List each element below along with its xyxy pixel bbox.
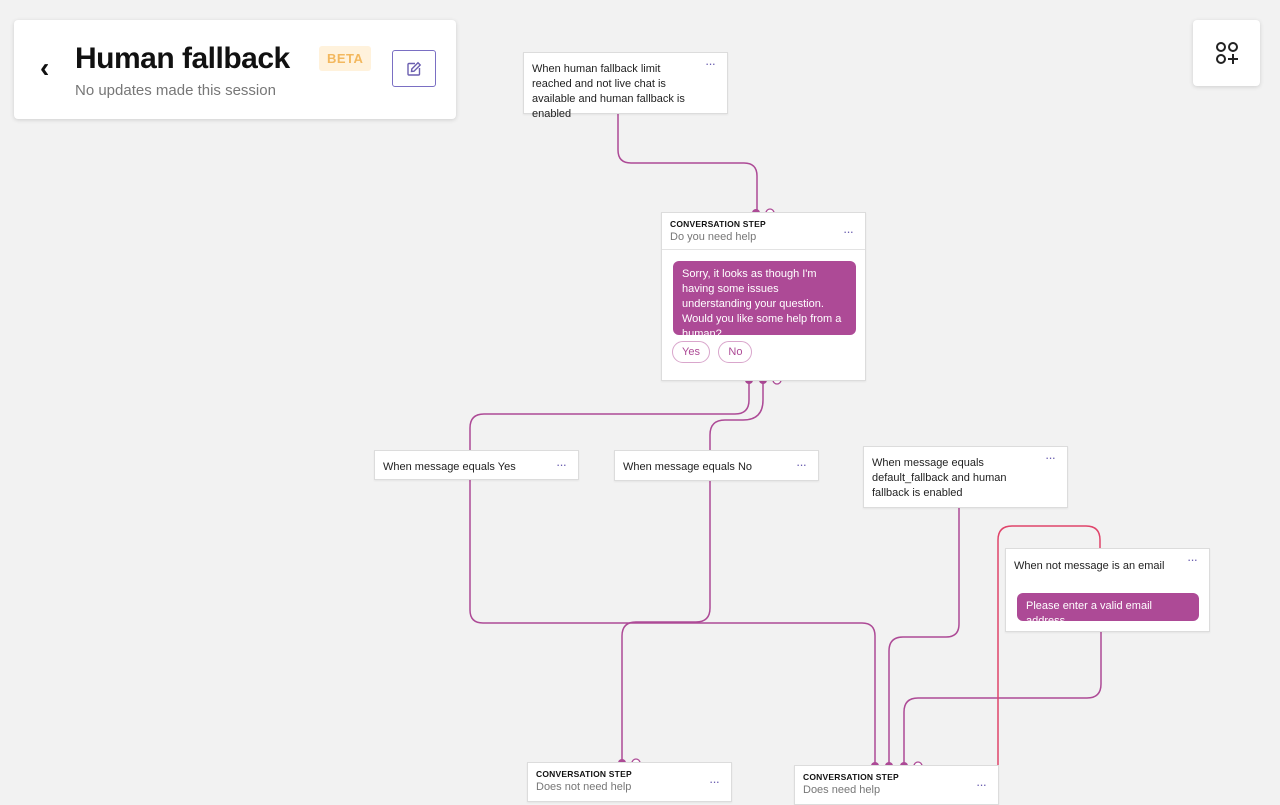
more-options-icon[interactable]: ··· xyxy=(1187,553,1198,566)
quick-reply-no[interactable]: No xyxy=(718,341,753,363)
condition-equals-no[interactable]: When message equals No ··· xyxy=(614,450,819,481)
add-node-icon xyxy=(1215,42,1238,64)
condition-text: When message equals default_fallback and… xyxy=(872,457,1007,499)
flow-header-panel: ‹ Human fallback BETA No updates made th… xyxy=(14,20,456,119)
step-name: Does need help xyxy=(803,784,881,796)
step-does-not-need-help[interactable]: CONVERSATION STEP Does not need help ··· xyxy=(527,762,732,802)
step-does-need-help[interactable]: CONVERSATION STEP Does need help ··· xyxy=(794,765,999,805)
step-kicker: CONVERSATION STEP xyxy=(670,219,766,229)
step-name: Does not need help xyxy=(536,781,632,793)
quick-reply-yes[interactable]: Yes xyxy=(672,341,710,363)
step-kicker: CONVERSATION STEP xyxy=(536,769,632,779)
step-header: CONVERSATION STEP Do you need help ··· xyxy=(662,213,865,250)
condition-not-email[interactable]: When not message is an email ··· Please … xyxy=(1005,548,1210,632)
wire-help-to-yes xyxy=(469,380,750,450)
condition-equals-yes[interactable]: When message equals Yes ··· xyxy=(374,450,579,480)
condition-default-fallback[interactable]: When message equals default_fallback and… xyxy=(863,446,1068,508)
session-status: No updates made this session xyxy=(75,82,276,99)
step-kicker: CONVERSATION STEP xyxy=(803,772,899,782)
step-do-you-need-help[interactable]: CONVERSATION STEP Do you need help ··· S… xyxy=(661,212,866,381)
more-options-icon[interactable]: ··· xyxy=(1045,451,1056,464)
quick-replies: Yes No xyxy=(672,341,865,363)
more-options-icon[interactable]: ··· xyxy=(796,458,807,471)
edit-button[interactable] xyxy=(392,50,436,87)
step-header: CONVERSATION STEP Does not need help ··· xyxy=(528,763,731,799)
condition-text: When human fallback limit reached and no… xyxy=(532,63,685,120)
validation-message: Please enter a valid email address xyxy=(1017,593,1199,627)
more-options-icon[interactable]: ··· xyxy=(709,775,720,788)
more-options-icon[interactable]: ··· xyxy=(976,778,987,791)
more-options-icon[interactable]: ··· xyxy=(843,225,854,238)
wire-fallback-to-doesneed xyxy=(888,508,960,765)
page-title: Human fallback xyxy=(75,42,290,75)
more-options-icon[interactable]: ··· xyxy=(556,458,567,471)
wire-email-to-doesneed xyxy=(903,632,1102,765)
condition-limit-reached[interactable]: When human fallback limit reached and no… xyxy=(523,52,728,120)
add-node-button[interactable] xyxy=(1193,20,1260,86)
wire-limit-to-help xyxy=(617,114,758,212)
back-chevron-icon[interactable]: ‹ xyxy=(40,54,49,82)
bot-message: Sorry, it looks as though I'm having som… xyxy=(673,261,856,340)
beta-badge: BETA xyxy=(319,46,372,71)
wire-no-to-notneed xyxy=(621,480,711,762)
wire-help-to-no xyxy=(709,380,764,450)
flow-connections xyxy=(469,114,1102,771)
more-options-icon[interactable]: ··· xyxy=(705,57,716,70)
edit-icon xyxy=(407,61,422,76)
condition-text: When message equals Yes xyxy=(383,461,516,473)
condition-text: When not message is an email xyxy=(1014,560,1165,572)
step-name: Do you need help xyxy=(670,231,757,243)
condition-text: When message equals No xyxy=(623,461,753,473)
